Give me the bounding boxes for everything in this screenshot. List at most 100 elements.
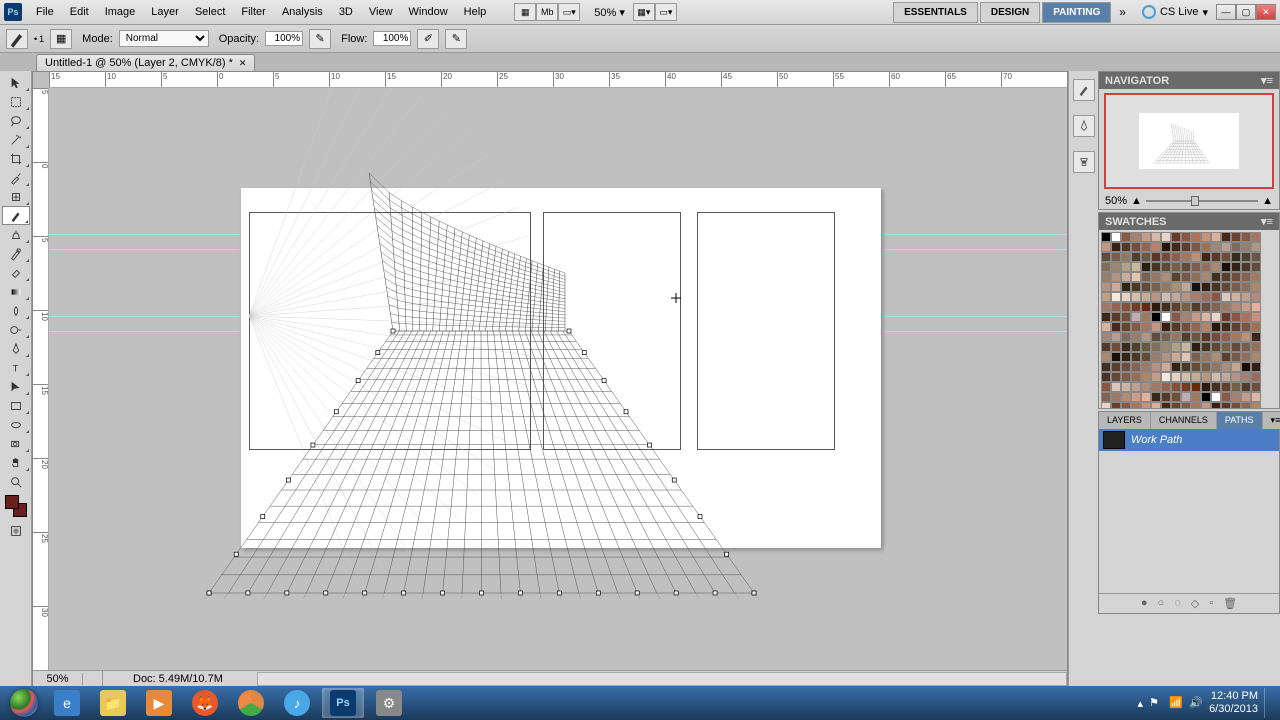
network-icon[interactable]: 📶 bbox=[1169, 696, 1183, 710]
horizontal-ruler[interactable]: 151050510152025303540455055606570 bbox=[49, 72, 1067, 88]
clone-stamp-tool[interactable] bbox=[2, 225, 30, 244]
workspace-essentials[interactable]: ESSENTIALS bbox=[893, 2, 978, 23]
nav-zoom-slider[interactable] bbox=[1146, 200, 1258, 202]
menu-select[interactable]: Select bbox=[187, 3, 234, 21]
brush-tool-preset-icon[interactable] bbox=[6, 29, 28, 49]
task-ie[interactable]: e bbox=[46, 688, 88, 718]
delete-path-icon[interactable]: 🗑 bbox=[1223, 597, 1237, 610]
blend-mode-select[interactable]: Normal bbox=[119, 30, 209, 47]
maximize-button[interactable]: ▢ bbox=[1236, 4, 1256, 20]
tab-channels[interactable]: CHANNELS bbox=[1151, 412, 1217, 429]
path-selection-tool[interactable] bbox=[2, 377, 30, 396]
opacity-input[interactable] bbox=[265, 31, 303, 46]
volume-icon[interactable]: 🔊 bbox=[1189, 696, 1203, 710]
color-swatch[interactable] bbox=[5, 495, 27, 517]
healing-brush-tool[interactable] bbox=[2, 187, 30, 206]
menu-layer[interactable]: Layer bbox=[143, 3, 187, 21]
panel-menu-icon[interactable]: ▾≡ bbox=[1261, 74, 1273, 87]
screen-mode-icon[interactable]: ▭▾ bbox=[655, 3, 677, 21]
opacity-pressure-icon[interactable]: ✎ bbox=[309, 29, 331, 49]
panel-menu-icon[interactable]: ▾≡ bbox=[1263, 412, 1280, 429]
start-button[interactable] bbox=[4, 688, 44, 718]
task-photoshop[interactable]: Ps bbox=[322, 688, 364, 718]
vertical-ruler[interactable]: 5051015202530 bbox=[33, 88, 49, 670]
brush-icon[interactable] bbox=[1073, 115, 1095, 137]
workspace-more-icon[interactable]: » bbox=[1113, 1, 1132, 23]
gradient-tool[interactable] bbox=[2, 282, 30, 301]
menu-filter[interactable]: Filter bbox=[233, 3, 273, 21]
eyedropper-tool[interactable] bbox=[2, 168, 30, 187]
dodge-tool[interactable] bbox=[2, 320, 30, 339]
viewport[interactable] bbox=[49, 88, 1067, 670]
zoom-out-icon[interactable]: ▲ bbox=[1131, 195, 1142, 207]
move-tool[interactable] bbox=[2, 73, 30, 92]
brush-presets-icon[interactable] bbox=[1073, 79, 1095, 101]
show-hidden-icons[interactable]: ▴ bbox=[1138, 697, 1144, 710]
3d-rotate-tool[interactable] bbox=[2, 415, 30, 434]
rectangle-tool[interactable] bbox=[2, 396, 30, 415]
stroke-path-icon[interactable]: ○ bbox=[1158, 597, 1165, 610]
close-button[interactable]: ✕ bbox=[1256, 4, 1276, 20]
crop-tool[interactable] bbox=[2, 149, 30, 168]
task-itunes[interactable]: ♪ bbox=[276, 688, 318, 718]
task-chrome[interactable] bbox=[230, 688, 272, 718]
status-zoom[interactable]: 50% bbox=[33, 673, 83, 685]
swatches-grid[interactable] bbox=[1099, 230, 1271, 408]
pen-tool[interactable] bbox=[2, 339, 30, 358]
magic-wand-tool[interactable] bbox=[2, 130, 30, 149]
tool-presets-icon[interactable] bbox=[1073, 151, 1095, 173]
menu-edit[interactable]: Edit bbox=[62, 3, 97, 21]
close-tab-icon[interactable]: ✕ bbox=[239, 58, 247, 69]
menu-window[interactable]: Window bbox=[401, 3, 456, 21]
fill-path-icon[interactable]: ● bbox=[1141, 597, 1148, 610]
zoom-in-icon[interactable]: ▲ bbox=[1262, 195, 1273, 207]
menu-help[interactable]: Help bbox=[456, 3, 495, 21]
3d-camera-tool[interactable] bbox=[2, 434, 30, 453]
eraser-tool[interactable] bbox=[2, 263, 30, 282]
menu-analysis[interactable]: Analysis bbox=[274, 3, 331, 21]
document-tab[interactable]: Untitled-1 @ 50% (Layer 2, CMYK/8) * ✕ bbox=[36, 54, 255, 71]
type-tool[interactable]: T bbox=[2, 358, 30, 377]
zoom-level-select[interactable]: 50% ▾ bbox=[586, 3, 633, 22]
horizontal-scrollbar[interactable] bbox=[257, 672, 1067, 686]
launch-bridge-icon[interactable]: ▦ bbox=[514, 3, 536, 21]
airbrush-icon[interactable]: ✐ bbox=[417, 29, 439, 49]
panel-menu-icon[interactable]: ▾≡ bbox=[1261, 215, 1273, 228]
hand-tool[interactable] bbox=[2, 453, 30, 472]
tablet-pressure-icon[interactable]: ✎ bbox=[445, 29, 467, 49]
launch-minibridge-icon[interactable]: Mb bbox=[536, 3, 558, 21]
brush-size-value[interactable]: 1 bbox=[39, 34, 44, 44]
workspace-design[interactable]: DESIGN bbox=[980, 2, 1040, 23]
arrange-documents-icon[interactable]: ▦▾ bbox=[633, 3, 655, 21]
path-row-workpath[interactable]: Work Path bbox=[1099, 429, 1279, 451]
task-media[interactable]: ▶ bbox=[138, 688, 180, 718]
minimize-button[interactable]: — bbox=[1216, 4, 1236, 20]
lasso-tool[interactable] bbox=[2, 111, 30, 130]
brush-panel-toggle-icon[interactable]: ▦ bbox=[50, 29, 72, 49]
make-workpath-icon[interactable]: ◇ bbox=[1191, 597, 1199, 610]
workspace-painting[interactable]: PAINTING bbox=[1042, 2, 1111, 23]
task-explorer[interactable]: 📁 bbox=[92, 688, 134, 718]
action-center-icon[interactable]: ⚑ bbox=[1149, 696, 1163, 710]
menu-file[interactable]: File bbox=[28, 3, 62, 21]
history-brush-tool[interactable] bbox=[2, 244, 30, 263]
zoom-tool[interactable] bbox=[2, 472, 30, 491]
blur-tool[interactable] bbox=[2, 301, 30, 320]
new-path-icon[interactable]: ▫ bbox=[1209, 597, 1213, 610]
marquee-tool[interactable] bbox=[2, 92, 30, 111]
brush-tool[interactable] bbox=[2, 206, 30, 225]
clock[interactable]: 12:40 PM 6/30/2013 bbox=[1209, 690, 1258, 716]
quick-mask-icon[interactable] bbox=[2, 521, 30, 540]
tab-layers[interactable]: LAYERS bbox=[1099, 412, 1151, 429]
status-doc-info[interactable]: Doc: 5.49M/10.7M bbox=[103, 673, 253, 685]
show-desktop-button[interactable] bbox=[1264, 688, 1272, 718]
nav-zoom-value[interactable]: 50% bbox=[1105, 195, 1127, 207]
flow-input[interactable] bbox=[373, 31, 411, 46]
task-firefox[interactable]: 🦊 bbox=[184, 688, 226, 718]
navigator-thumbnail[interactable] bbox=[1104, 93, 1274, 189]
cslive-button[interactable]: CS Live▾ bbox=[1142, 5, 1208, 19]
tab-paths[interactable]: PATHS bbox=[1217, 412, 1263, 429]
task-other[interactable]: ⚙ bbox=[368, 688, 410, 718]
view-extras-icon[interactable]: ▭▾ bbox=[558, 3, 580, 21]
menu-image[interactable]: Image bbox=[97, 3, 144, 21]
